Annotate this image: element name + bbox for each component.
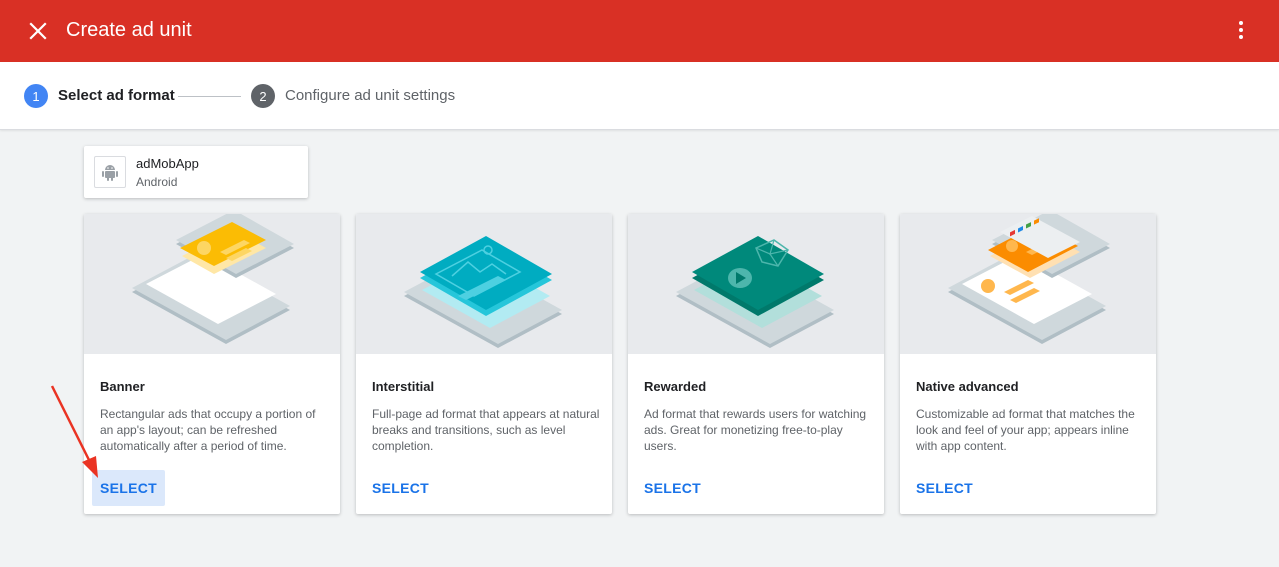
interstitial-illustration [356, 214, 612, 354]
step-number: 2 [251, 84, 275, 108]
app-platform: Android [136, 175, 178, 189]
format-title: Native advanced [916, 379, 1019, 394]
select-native-advanced-button[interactable]: SELECT [908, 470, 981, 506]
selected-app-card: adMobApp Android [84, 146, 308, 198]
close-button[interactable] [24, 17, 52, 45]
select-interstitial-button[interactable]: SELECT [364, 470, 437, 506]
step-configure-settings: 2 Configure ad unit settings [251, 84, 455, 108]
format-description: Rectangular ads that occupy a portion of… [100, 407, 316, 453]
format-description: Full-page ad format that appears at natu… [372, 407, 600, 453]
app-icon-frame [94, 156, 126, 188]
banner-illustration [84, 214, 340, 354]
app-header: Create ad unit [0, 0, 1279, 62]
format-card-rewarded: Rewarded Ad format that rewards users fo… [628, 214, 884, 514]
android-icon [102, 165, 118, 181]
step-connector [178, 96, 241, 97]
format-title: Rewarded [644, 379, 707, 394]
format-card-banner: Banner Rectangular ads that occupy a por… [84, 214, 340, 514]
page-title: Create ad unit [66, 19, 192, 41]
step-label: Select ad format [58, 87, 175, 104]
format-card-interstitial: Interstitial Full-page ad format that ap… [356, 214, 612, 514]
step-label: Configure ad unit settings [285, 87, 456, 104]
more-options-button[interactable] [1227, 15, 1255, 45]
format-title: Banner [100, 379, 145, 394]
step-select-ad-format: 1 Select ad format [24, 84, 175, 108]
format-description: Customizable ad format that matches the … [916, 407, 1135, 453]
format-card-native-advanced: Native advanced Customizable ad format t… [900, 214, 1156, 514]
native-advanced-illustration [900, 214, 1156, 354]
close-icon [29, 22, 47, 40]
more-vert-icon [1239, 21, 1243, 39]
format-description: Ad format that rewards users for watchin… [644, 407, 867, 453]
select-banner-button[interactable]: SELECT [92, 470, 166, 506]
app-name: adMobApp [136, 156, 199, 171]
select-rewarded-button[interactable]: SELECT [636, 470, 709, 506]
step-number: 1 [24, 84, 48, 108]
rewarded-illustration [628, 214, 884, 354]
format-title: Interstitial [372, 379, 435, 394]
